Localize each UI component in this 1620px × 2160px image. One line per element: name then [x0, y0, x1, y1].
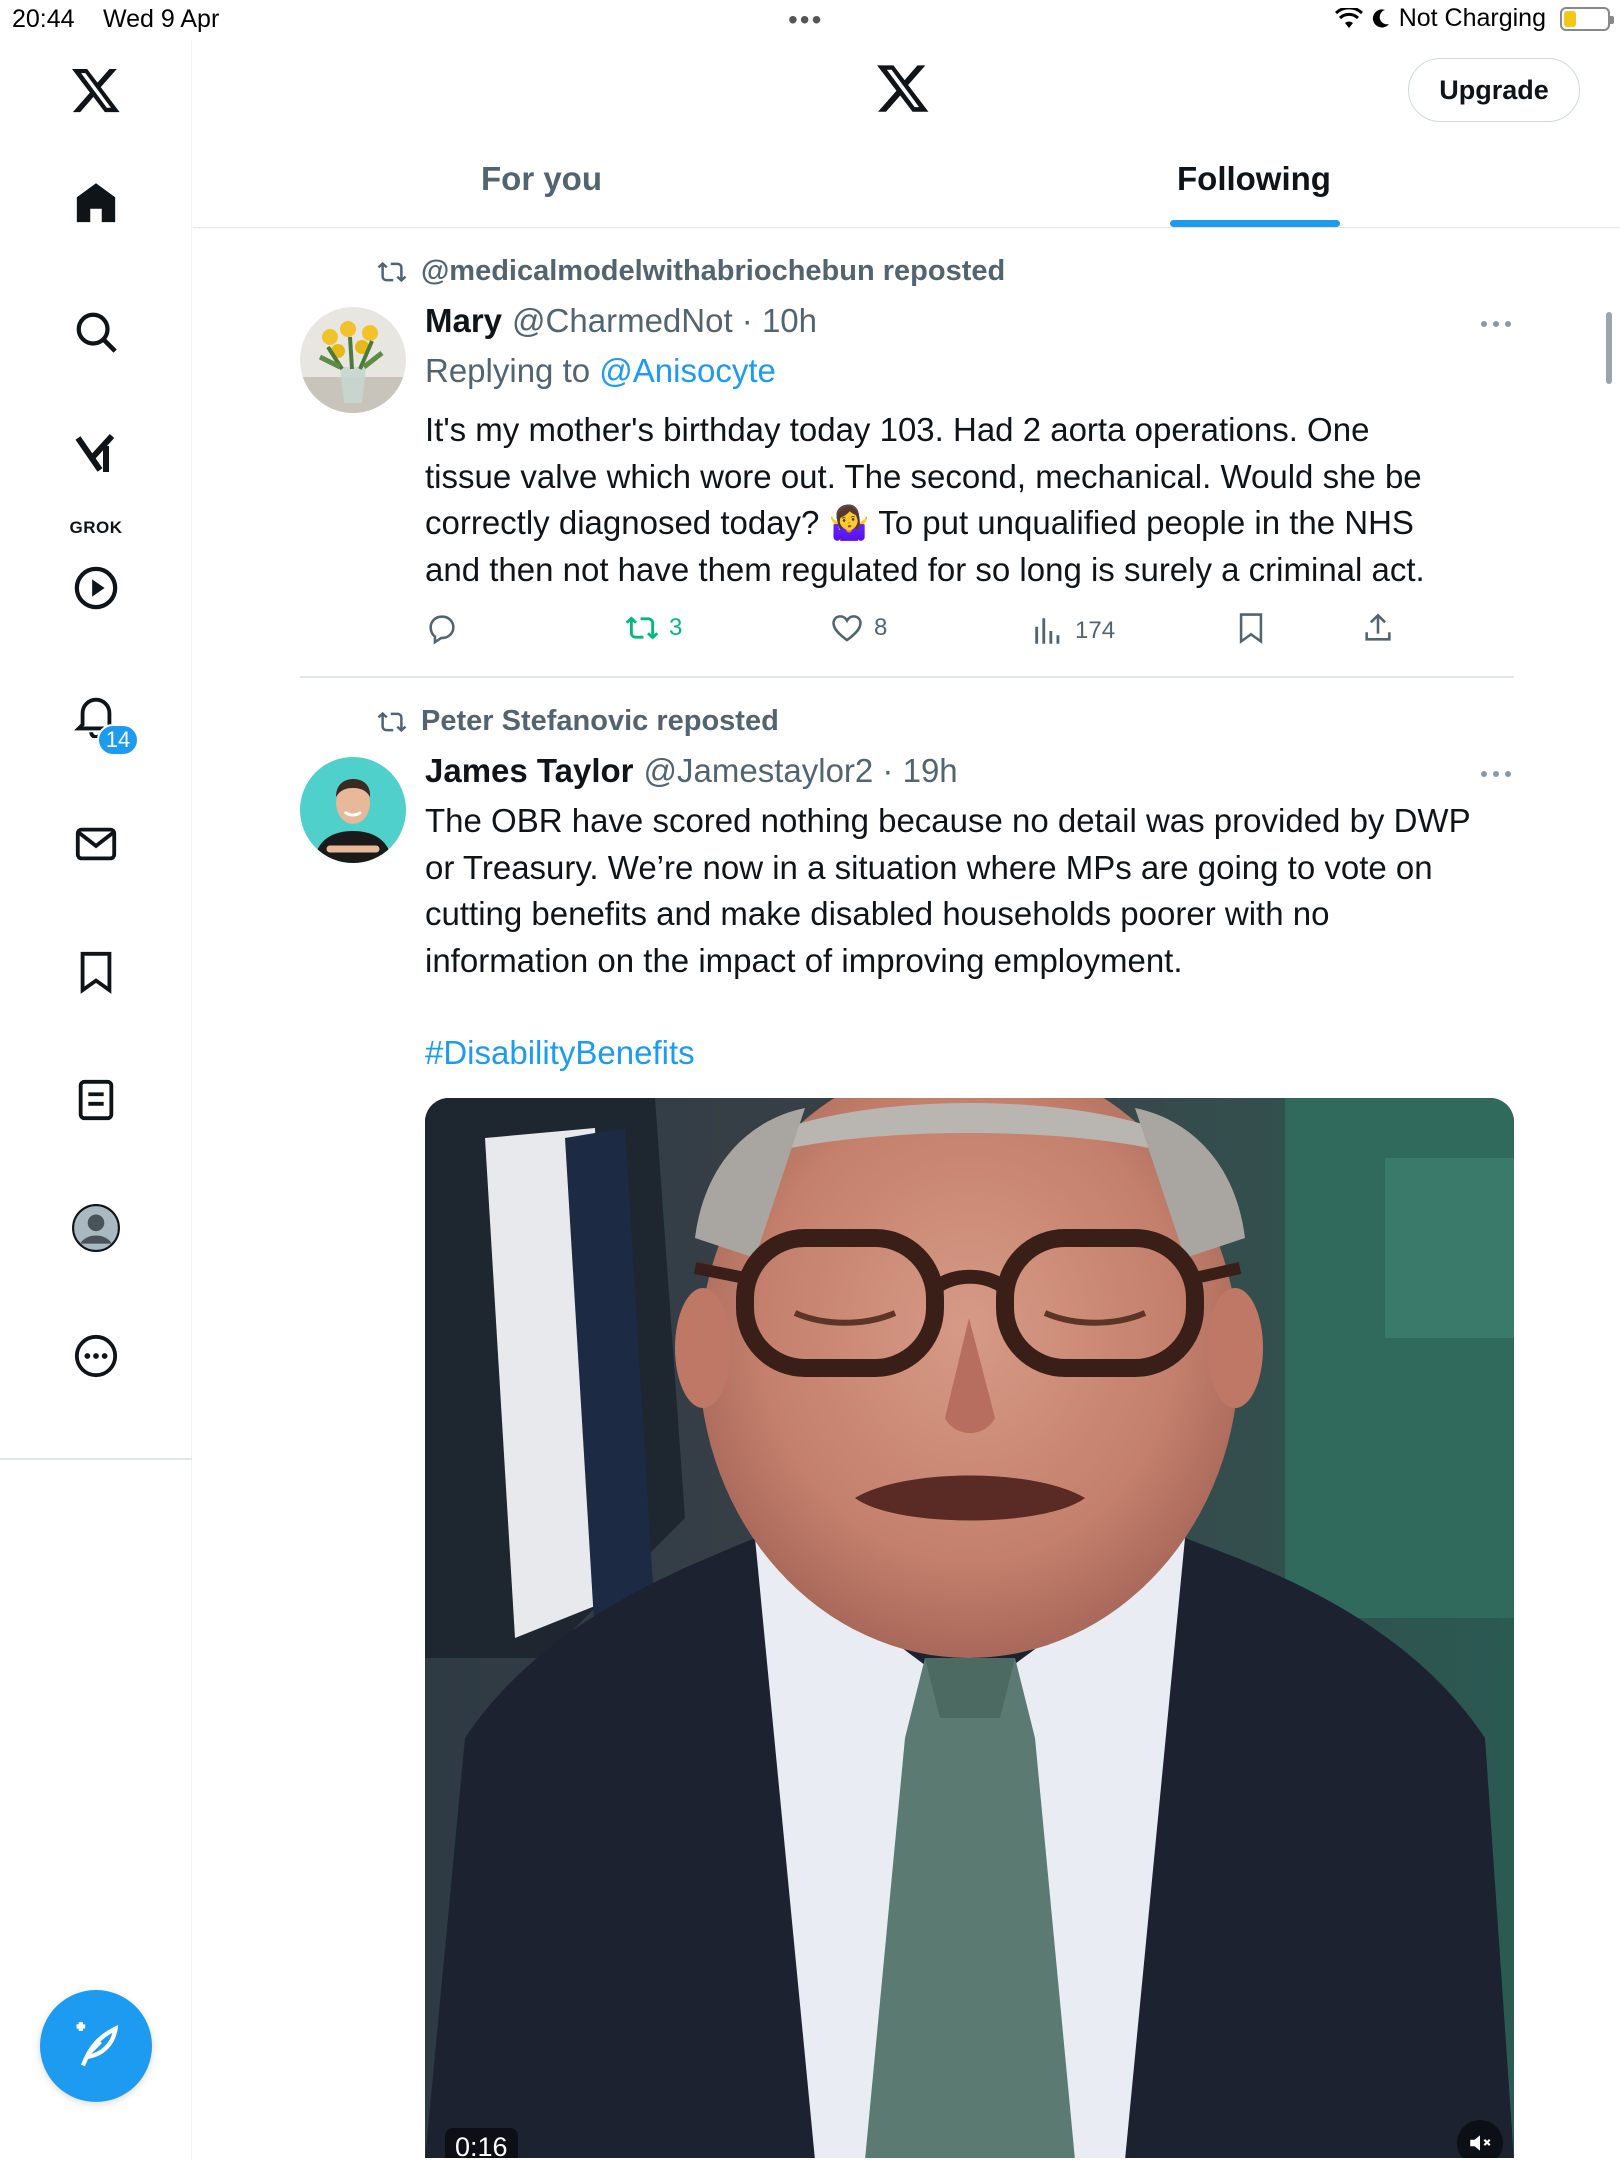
- bookmarks-icon[interactable]: [66, 942, 126, 1002]
- repost-context: Peter Stefanovic reposted: [377, 705, 779, 738]
- status-time: 20:44: [12, 5, 75, 33]
- author-handle[interactable]: @Jamestaylor2: [644, 752, 874, 790]
- repost-count: 3: [669, 614, 683, 641]
- more-menu-icon[interactable]: [1478, 317, 1514, 329]
- grok-icon[interactable]: [66, 424, 126, 484]
- tweet-header: James Taylor @Jamestaylor2 · 19h: [425, 752, 958, 790]
- post-time[interactable]: 19h: [903, 752, 958, 790]
- author-name[interactable]: James Taylor: [425, 752, 634, 790]
- share-button[interactable]: [1361, 611, 1395, 645]
- messages-envelope-icon[interactable]: [66, 814, 126, 874]
- views-button[interactable]: 174: [1031, 614, 1115, 648]
- notification-count-badge: 14: [97, 724, 139, 756]
- repost-context: @medicalmodelwithabriochebun reposted: [377, 255, 1005, 288]
- like-count: 8: [874, 614, 888, 641]
- x-logo-icon[interactable]: [875, 60, 931, 116]
- author-name[interactable]: Mary: [425, 302, 502, 340]
- author-handle[interactable]: @CharmedNot: [512, 302, 733, 340]
- tweet-text: The OBR have scored nothing because no d…: [425, 798, 1515, 984]
- left-sidebar: GROK 14: [0, 40, 192, 2160]
- battery-icon: [1560, 6, 1614, 31]
- tweet-text-line: It's my mother's birthday today 103. Had…: [425, 411, 1370, 448]
- repost-icon: [377, 261, 407, 282]
- repost-button[interactable]: 3: [625, 611, 682, 645]
- mute-toggle-button[interactable]: [1457, 2120, 1503, 2158]
- tweet-card[interactable]: Peter Stefanovic reposted James Taylor @…: [193, 678, 1515, 2160]
- avatar[interactable]: [300, 757, 406, 863]
- tweet-text-line: tissue valve which wore out. The second,…: [425, 457, 1422, 495]
- reply-icon: [429, 615, 455, 645]
- repost-icon: [625, 616, 659, 640]
- tweet-text: It's my mother's birthday today 103. Had…: [425, 407, 1515, 593]
- top-header: Upgrade For you Following: [193, 40, 1620, 228]
- like-button[interactable]: 8: [830, 611, 887, 645]
- media-container: 0:16: [193, 1098, 1514, 2160]
- view-count: 174: [1075, 617, 1116, 644]
- views-chart-icon: [1035, 618, 1060, 644]
- post-time[interactable]: 10h: [762, 302, 817, 340]
- tweet-text-line: correctly diagnosed today? 🤷‍♀️ To put u…: [425, 504, 1414, 541]
- avatar[interactable]: [300, 307, 406, 413]
- status-indicators: Not Charging: [1334, 4, 1614, 33]
- speaker-muted-icon: [1470, 2135, 1491, 2151]
- tweet-text-line: information on the impact of improving e…: [425, 941, 1183, 979]
- sidebar-divider: [0, 1458, 192, 1460]
- video-duration: 0:16: [445, 2128, 518, 2158]
- multitasking-dots-icon[interactable]: •••: [788, 4, 823, 36]
- tweet-header: Mary @CharmedNot · 10h: [425, 302, 817, 340]
- home-icon[interactable]: [66, 173, 126, 233]
- scrollbar[interactable]: [1606, 312, 1612, 384]
- tab-following[interactable]: Following: [1177, 160, 1331, 198]
- hashtag-link[interactable]: #DisabilityBenefits: [425, 1034, 695, 1072]
- x-logo-icon[interactable]: [66, 60, 126, 120]
- separator-dot: ·: [732, 302, 762, 339]
- bookmark-button[interactable]: [1234, 611, 1268, 645]
- do-not-disturb-moon-icon: [1372, 8, 1389, 27]
- compose-post-button[interactable]: [40, 1990, 152, 2102]
- share-icon: [1365, 613, 1391, 641]
- wifi-icon: [1334, 7, 1363, 28]
- heart-icon: [832, 615, 862, 642]
- status-date: Wed 9 Apr: [103, 5, 220, 33]
- video-thumbnail: [425, 1098, 1514, 2158]
- repost-by-text: @medicalmodelwithabriochebun reposted: [421, 255, 1006, 287]
- video-player[interactable]: 0:16: [425, 1098, 1514, 2158]
- separator-dot: ·: [873, 752, 903, 789]
- bookmark-icon: [1239, 613, 1263, 644]
- battery-status-text: Not Charging: [1398, 4, 1546, 32]
- tweet-text-line: or Treasury. We’re now in a situation wh…: [425, 848, 1433, 886]
- repost-by-text: Peter Stefanovic reposted: [421, 705, 779, 737]
- replying-to-mention[interactable]: @Anisocyte: [599, 352, 776, 389]
- active-tab-indicator: [1170, 220, 1340, 227]
- reply-button[interactable]: [425, 611, 459, 645]
- more-options-icon[interactable]: [66, 1326, 126, 1386]
- status-bar: 20:44 Wed 9 Apr ••• Not Charging: [0, 0, 1620, 40]
- lists-icon[interactable]: [66, 1070, 126, 1130]
- tweet-text-line: cutting benefits and make disabled house…: [425, 895, 1330, 932]
- tweet-text-line: The OBR have scored nothing because no d…: [425, 802, 1471, 839]
- tab-for-you[interactable]: For you: [481, 160, 602, 198]
- replying-to: Replying to @Anisocyte: [425, 352, 776, 390]
- tweet-text-line: and then not have them regulated for so …: [425, 550, 1425, 588]
- tweet-card[interactable]: @medicalmodelwithabriochebun reposted Ma…: [193, 228, 1515, 678]
- repost-icon: [377, 711, 407, 732]
- profile-avatar-icon[interactable]: [66, 1198, 126, 1258]
- replying-to-label: Replying to: [425, 352, 591, 389]
- grok-label: GROK: [69, 518, 123, 537]
- upgrade-button[interactable]: Upgrade: [1408, 58, 1580, 122]
- video-play-icon[interactable]: [66, 558, 126, 618]
- compose-feather-icon: [76, 2022, 119, 2067]
- more-menu-icon[interactable]: [1478, 767, 1514, 779]
- search-icon[interactable]: [66, 302, 126, 362]
